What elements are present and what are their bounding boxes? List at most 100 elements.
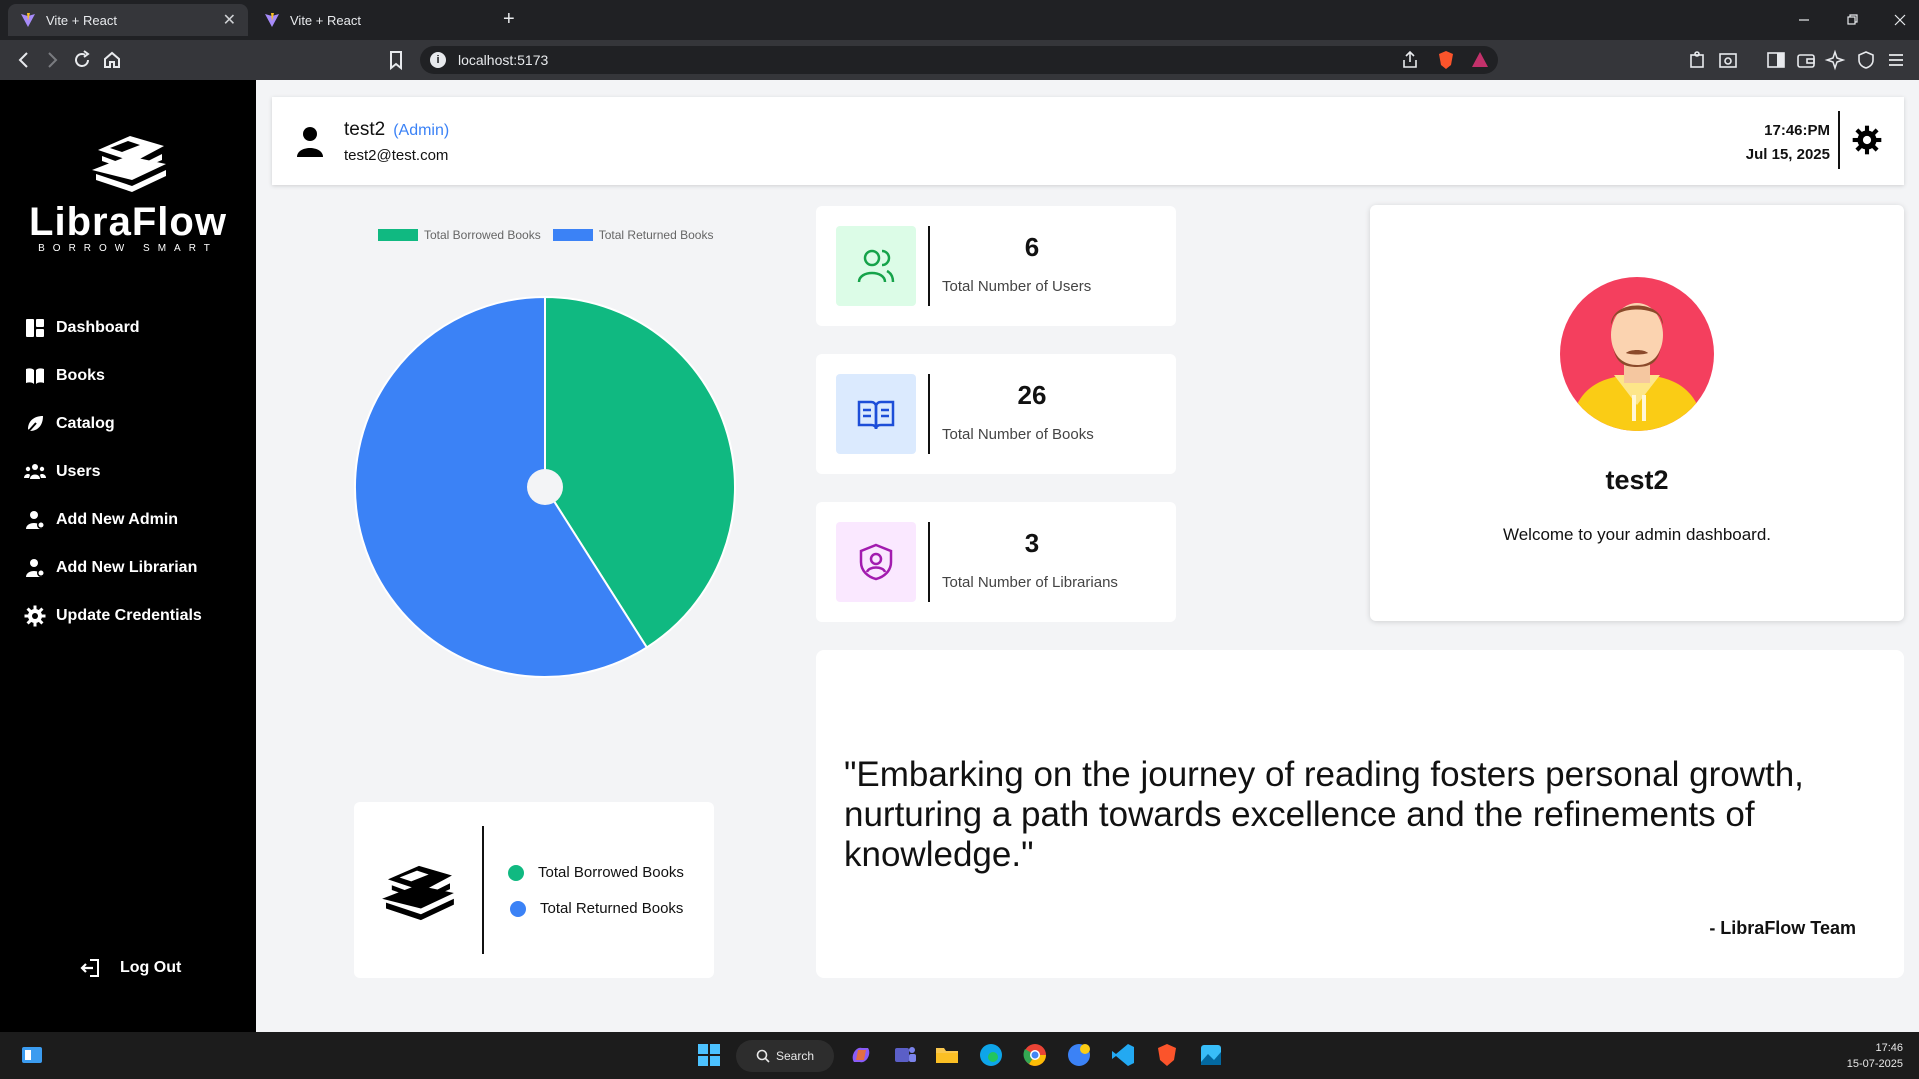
site-info-icon[interactable]: i [430, 52, 446, 68]
close-window-icon[interactable] [1892, 12, 1908, 28]
minimize-icon[interactable] [1796, 12, 1812, 28]
reload-icon[interactable] [70, 48, 94, 72]
brave-shield-icon[interactable] [1434, 48, 1458, 72]
home-icon[interactable] [100, 48, 124, 72]
forward-icon[interactable] [40, 48, 64, 72]
stat-divider [928, 374, 930, 454]
menu-icon[interactable] [1884, 48, 1908, 72]
stat-value: 3 [1024, 528, 1040, 558]
sidebar-item-add-new-librarian[interactable]: Add New Librarian [24, 554, 197, 582]
edge-icon[interactable] [978, 1042, 1004, 1068]
stat-divider [928, 226, 930, 306]
legend-dot-borrowed [508, 864, 524, 881]
wallet-icon[interactable] [1794, 48, 1818, 72]
users-icon [24, 464, 46, 479]
book-icon [26, 368, 44, 384]
books-stack-icon [382, 865, 454, 921]
profile-welcome: Welcome to your admin dashboard. [1502, 525, 1772, 544]
sidebar-item-books[interactable]: Books [24, 362, 105, 390]
browser-tab[interactable]: Vite + React [252, 4, 492, 36]
settings-gear-icon[interactable] [1852, 125, 1882, 155]
tab-title: Vite + React [46, 12, 117, 28]
leo-ai-icon[interactable] [1824, 48, 1848, 72]
browser-tab-active[interactable]: Vite + React ✕ [8, 4, 248, 36]
taskbar-clock[interactable]: 17:46 15-07-2025 [1847, 1040, 1903, 1072]
vpn-shield-icon[interactable] [1854, 48, 1878, 72]
quote-card: "Embarking on the journey of reading fos… [816, 650, 1904, 978]
legend-row-label: Total Returned Books [540, 900, 684, 917]
add-admin-icon [26, 511, 45, 529]
books-pie-chart [354, 295, 736, 678]
start-icon[interactable] [696, 1042, 722, 1068]
address-url: localhost:5173 [458, 52, 549, 68]
logout-button[interactable]: Log Out [78, 956, 181, 980]
sidebar-item-dashboard[interactable]: Dashboard [24, 314, 140, 342]
tab-search-icon[interactable] [1716, 48, 1740, 72]
stat-label: Total Number of Books [942, 426, 1094, 443]
legend-card-divider [482, 826, 484, 954]
stat-label: Total Number of Librarians [942, 574, 1118, 591]
logo-name: LibraFlow [29, 200, 227, 244]
user-name-text: test2 [344, 119, 386, 140]
sidebar-item-add-new-admin[interactable]: Add New Admin [24, 506, 178, 534]
stat-value: 6 [1024, 232, 1040, 262]
chrome-icon[interactable] [1022, 1042, 1048, 1068]
header-divider [1838, 111, 1840, 169]
users-icon [857, 249, 895, 283]
legend-row-returned: Total Returned Books [508, 900, 683, 917]
stat-icon-box [836, 522, 916, 602]
legend-label-returned[interactable]: Total Returned Books [599, 228, 714, 242]
profile-name: test2 [1605, 465, 1669, 495]
stat-card-users: 6 Total Number of Users [816, 206, 1176, 326]
sidebar-item-label: Add New Admin [56, 511, 179, 528]
back-icon[interactable] [12, 48, 36, 72]
header-user-email: test2@test.com [344, 147, 449, 164]
new-tab-button[interactable]: + [503, 8, 515, 31]
extensions-icon[interactable] [1686, 48, 1710, 72]
logout-label: Log Out [120, 959, 182, 976]
sidebar-item-label: Dashboard [56, 319, 140, 336]
open-book-icon [857, 400, 895, 430]
stat-icon-box [836, 226, 916, 306]
file-explorer-icon[interactable] [934, 1042, 960, 1068]
logout-icon [80, 959, 99, 977]
close-icon[interactable]: ✕ [223, 10, 236, 30]
sidebar-item-catalog[interactable]: Catalog [24, 410, 115, 438]
sidebar-item-users[interactable]: Users [24, 458, 100, 486]
address-bar[interactable]: i localhost:5173 [420, 46, 1498, 74]
stat-divider [928, 522, 930, 602]
widgets-icon[interactable] [20, 1043, 44, 1067]
sidebar-item-update-credentials[interactable]: Update Credentials [24, 602, 202, 630]
header-bar: test2 (Admin) test2@test.com 17:46:PM Jul… [272, 97, 1904, 185]
legend-label-borrowed[interactable]: Total Borrowed Books [424, 228, 541, 242]
user-role: (Admin) [393, 122, 450, 139]
tab-title: Vite + React [290, 12, 361, 28]
legend-row-label: Total Borrowed Books [538, 864, 684, 881]
user-icon [297, 127, 323, 157]
legend-dot-returned [510, 900, 526, 917]
help-icon[interactable] [1066, 1042, 1092, 1068]
sidebar-toggle-icon[interactable] [1764, 48, 1788, 72]
header-time: 17:46:PM [1764, 122, 1830, 139]
books-logo-icon [92, 136, 166, 192]
sidebar-item-label: Update Credentials [56, 607, 202, 624]
search-icon [756, 1049, 770, 1063]
taskbar-search[interactable]: Search [736, 1040, 834, 1072]
stat-card-books: 26 Total Number of Books [816, 354, 1176, 474]
legend-row-borrowed: Total Borrowed Books [508, 864, 684, 881]
legend-swatch-borrowed [378, 229, 418, 241]
legend-card: Total Borrowed Books Total Returned Book… [354, 802, 714, 978]
copilot-icon[interactable] [848, 1042, 874, 1068]
photos-icon[interactable] [1198, 1042, 1224, 1068]
brave-rewards-icon[interactable] [1468, 48, 1492, 72]
vscode-icon[interactable] [1110, 1042, 1136, 1068]
restore-icon[interactable] [1844, 12, 1860, 28]
bookmark-icon[interactable] [384, 48, 408, 72]
sidebar-item-label: Catalog [56, 415, 115, 432]
teams-icon[interactable] [892, 1042, 918, 1068]
brave-taskbar-icon[interactable] [1154, 1042, 1180, 1068]
taskbar-date: 15-07-2025 [1846, 1058, 1903, 1070]
share-icon[interactable] [1398, 48, 1422, 72]
stat-label: Total Number of Users [942, 278, 1092, 295]
avatar [1560, 277, 1714, 431]
